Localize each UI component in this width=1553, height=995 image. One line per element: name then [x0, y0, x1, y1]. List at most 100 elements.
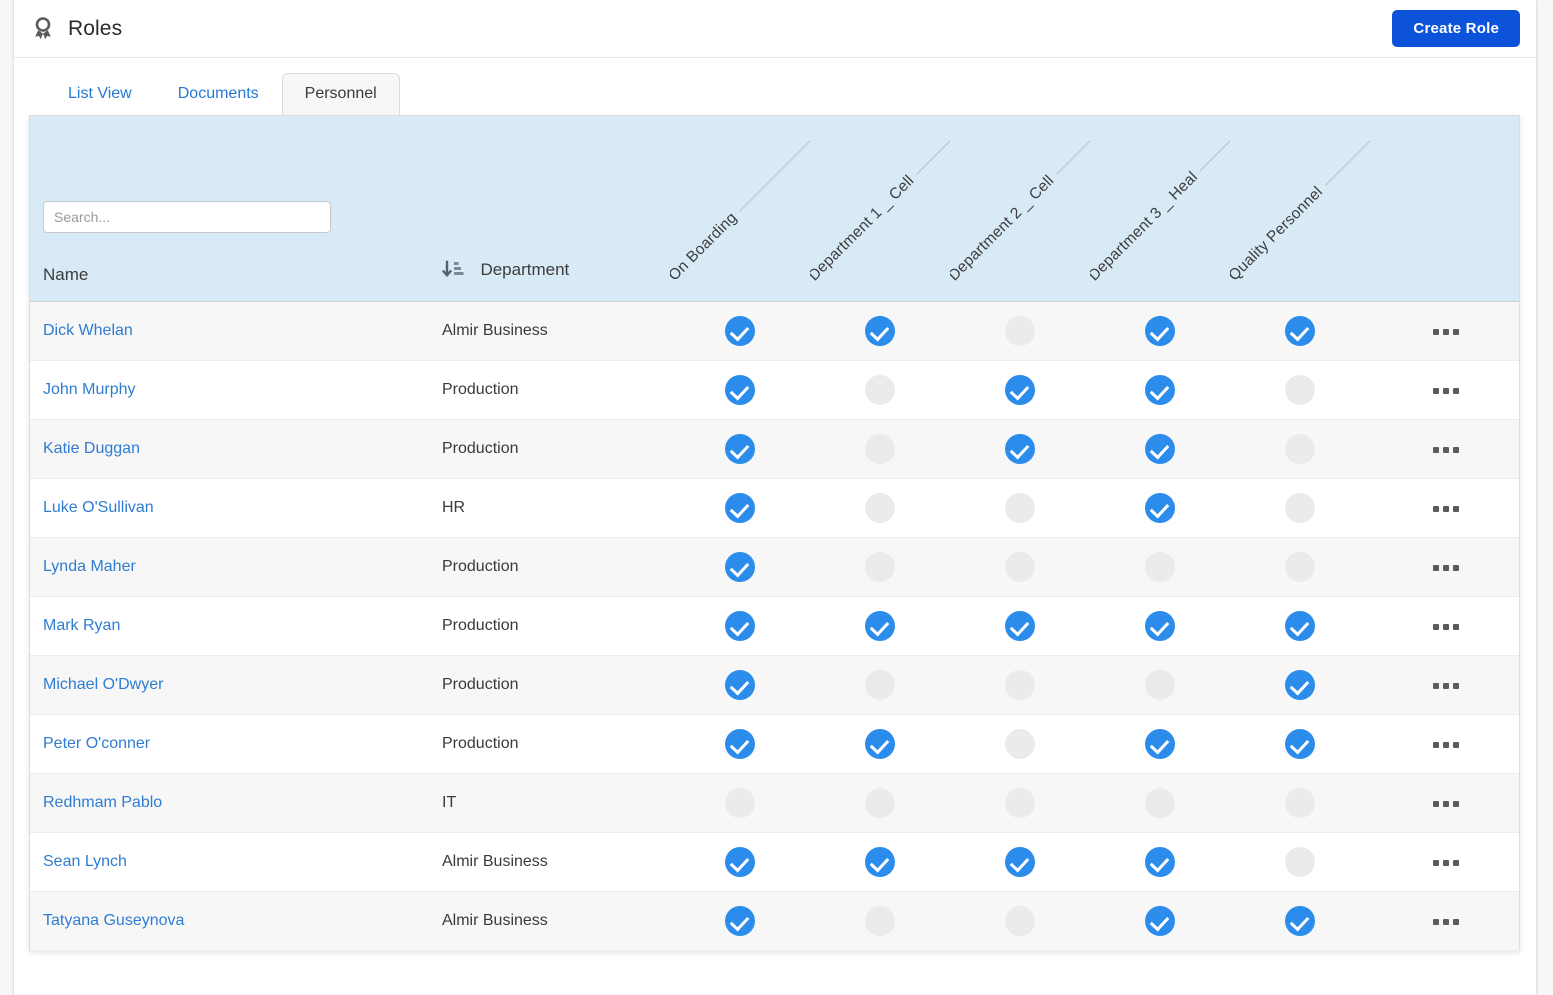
empty-circle-icon[interactable]: [865, 906, 895, 936]
empty-circle-icon[interactable]: [1285, 552, 1315, 582]
check-circle-icon[interactable]: [1145, 493, 1175, 523]
check-circle-icon[interactable]: [1005, 847, 1035, 877]
check-circle-icon[interactable]: [725, 906, 755, 936]
empty-circle-icon[interactable]: [1145, 552, 1175, 582]
check-circle-icon[interactable]: [1285, 729, 1315, 759]
search-input[interactable]: [43, 201, 331, 233]
empty-circle-icon[interactable]: [1005, 552, 1035, 582]
empty-circle-icon[interactable]: [1005, 316, 1035, 346]
empty-circle-icon[interactable]: [1285, 493, 1315, 523]
cell-department: Almir Business: [442, 832, 670, 892]
person-name-link[interactable]: Tatyana Guseynova: [43, 912, 184, 929]
header-cell-department-3-health[interactable]: Department 3 _ Heal: [1090, 116, 1230, 302]
row-actions-menu-icon[interactable]: [1427, 500, 1465, 518]
row-actions-menu-icon[interactable]: [1427, 913, 1465, 931]
check-circle-icon[interactable]: [725, 729, 755, 759]
person-name-link[interactable]: Dick Whelan: [43, 322, 133, 339]
empty-circle-icon[interactable]: [865, 788, 895, 818]
person-name-link[interactable]: Mark Ryan: [43, 617, 120, 634]
check-circle-icon[interactable]: [725, 670, 755, 700]
empty-circle-icon[interactable]: [865, 375, 895, 405]
check-circle-icon[interactable]: [865, 847, 895, 877]
cell-role-3: [1090, 891, 1230, 951]
empty-circle-icon[interactable]: [1005, 729, 1035, 759]
header-cell-on-boarding[interactable]: On Boarding: [670, 116, 810, 302]
empty-circle-icon[interactable]: [1145, 788, 1175, 818]
check-circle-icon[interactable]: [1285, 670, 1315, 700]
empty-circle-icon[interactable]: [1285, 788, 1315, 818]
tab-personnel[interactable]: Personnel: [281, 73, 400, 116]
check-circle-icon[interactable]: [1285, 906, 1315, 936]
department-label: IT: [442, 794, 457, 811]
empty-circle-icon[interactable]: [1285, 434, 1315, 464]
check-circle-icon[interactable]: [1005, 434, 1035, 464]
person-name-link[interactable]: Redhmam Pablo: [43, 794, 162, 811]
person-name-link[interactable]: Lynda Maher: [43, 558, 136, 575]
check-circle-icon[interactable]: [1145, 611, 1175, 641]
check-circle-icon[interactable]: [725, 611, 755, 641]
empty-circle-icon[interactable]: [1005, 906, 1035, 936]
column-header-department[interactable]: Department: [480, 260, 569, 280]
person-name-link[interactable]: Luke O'Sullivan: [43, 499, 154, 516]
row-actions-menu-icon[interactable]: [1427, 382, 1465, 400]
row-actions-menu-icon[interactable]: [1427, 854, 1465, 872]
row-actions-menu-icon[interactable]: [1427, 441, 1465, 459]
row-actions-menu-icon[interactable]: [1427, 618, 1465, 636]
rotated-label: Department 3 _ Heal: [1090, 168, 1202, 285]
empty-circle-icon[interactable]: [865, 552, 895, 582]
check-circle-icon[interactable]: [725, 552, 755, 582]
check-circle-icon[interactable]: [725, 847, 755, 877]
column-header-name[interactable]: Name: [43, 265, 88, 285]
person-name-link[interactable]: Katie Duggan: [43, 440, 140, 457]
check-circle-icon[interactable]: [1145, 375, 1175, 405]
empty-circle-icon[interactable]: [865, 493, 895, 523]
empty-circle-icon[interactable]: [1285, 375, 1315, 405]
row-actions-menu-icon[interactable]: [1427, 677, 1465, 695]
header-cell-department-1-cell[interactable]: Department 1 _ Cell: [810, 116, 950, 302]
cell-department: Production: [442, 714, 670, 774]
cell-role-0: [670, 832, 810, 892]
row-actions-menu-icon[interactable]: [1427, 559, 1465, 577]
department-label: Almir Business: [442, 853, 548, 870]
tab-list-view[interactable]: List View: [45, 73, 155, 116]
person-name-link[interactable]: Peter O'conner: [43, 735, 150, 752]
empty-circle-icon[interactable]: [1145, 670, 1175, 700]
check-circle-icon[interactable]: [1145, 434, 1175, 464]
cell-role-2: [950, 301, 1090, 361]
check-circle-icon[interactable]: [1005, 375, 1035, 405]
check-circle-icon[interactable]: [1145, 729, 1175, 759]
check-circle-icon[interactable]: [865, 316, 895, 346]
person-name-link[interactable]: Michael O'Dwyer: [43, 676, 163, 693]
check-circle-icon[interactable]: [1005, 611, 1035, 641]
check-circle-icon[interactable]: [1285, 611, 1315, 641]
check-circle-icon[interactable]: [865, 729, 895, 759]
check-circle-icon[interactable]: [725, 434, 755, 464]
empty-circle-icon[interactable]: [865, 670, 895, 700]
empty-circle-icon[interactable]: [865, 434, 895, 464]
row-actions-menu-icon[interactable]: [1427, 795, 1465, 813]
create-role-button[interactable]: Create Role: [1392, 10, 1520, 47]
row-actions-menu-icon[interactable]: [1427, 736, 1465, 754]
header-cell-department-2-cell[interactable]: Department 2 _ Cell: [950, 116, 1090, 302]
empty-circle-icon[interactable]: [1285, 847, 1315, 877]
check-circle-icon[interactable]: [725, 375, 755, 405]
check-circle-icon[interactable]: [865, 611, 895, 641]
person-name-link[interactable]: Sean Lynch: [43, 853, 127, 870]
person-name-link[interactable]: John Murphy: [43, 381, 136, 398]
empty-circle-icon[interactable]: [1005, 493, 1035, 523]
check-circle-icon[interactable]: [1145, 847, 1175, 877]
check-circle-icon[interactable]: [1145, 316, 1175, 346]
empty-circle-icon[interactable]: [1005, 788, 1035, 818]
empty-circle-icon[interactable]: [1005, 670, 1035, 700]
check-circle-icon[interactable]: [725, 316, 755, 346]
check-circle-icon[interactable]: [725, 493, 755, 523]
check-circle-icon[interactable]: [1145, 906, 1175, 936]
cell-department: Production: [442, 419, 670, 479]
row-actions-menu-icon[interactable]: [1427, 323, 1465, 341]
sort-descending-icon[interactable]: [441, 260, 464, 285]
header-cell-quality-personnel[interactable]: Quality Personnel: [1230, 116, 1370, 302]
empty-circle-icon[interactable]: [725, 788, 755, 818]
check-circle-icon[interactable]: [1285, 316, 1315, 346]
table-head: Name Department: [30, 116, 1519, 302]
tab-documents[interactable]: Documents: [155, 73, 282, 116]
